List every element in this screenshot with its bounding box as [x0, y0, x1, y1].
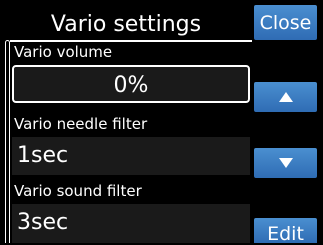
vario-sound-filter-label: Vario sound filter — [14, 182, 142, 200]
scroll-down-button[interactable] — [254, 148, 317, 178]
vario-volume-label: Vario volume — [14, 43, 113, 61]
triangle-up-icon — [278, 92, 293, 102]
vario-volume-field[interactable]: 0% — [12, 65, 250, 103]
scrollbar[interactable] — [5, 40, 10, 243]
close-button[interactable]: Close — [254, 5, 317, 40]
scroll-up-button[interactable] — [254, 82, 317, 112]
edit-button[interactable]: Edit — [254, 218, 317, 245]
vario-needle-filter-label: Vario needle filter — [14, 115, 148, 133]
page-title: Vario settings — [50, 12, 202, 37]
triangle-down-icon — [278, 158, 293, 168]
vario-sound-filter-field[interactable]: 3sec — [12, 204, 250, 243]
vario-needle-filter-field[interactable]: 1sec — [12, 137, 250, 175]
title-divider — [10, 40, 252, 42]
